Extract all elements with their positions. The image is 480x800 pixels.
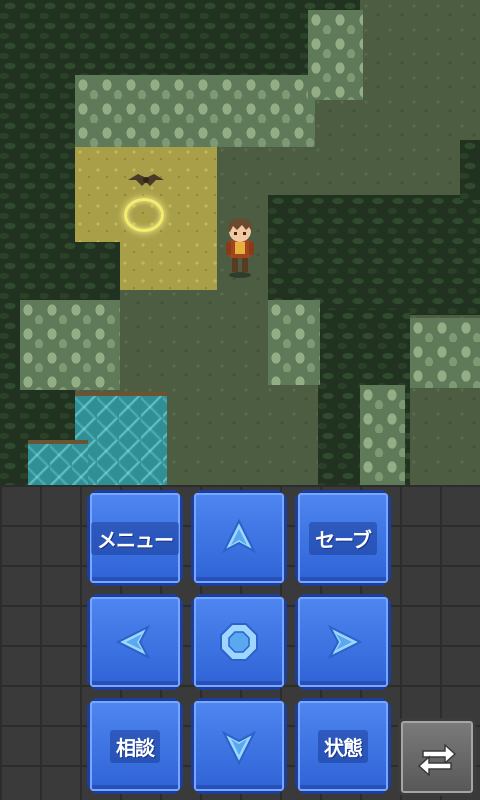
game-map[interactable] [0, 0, 480, 485]
move-up-button[interactable] [191, 490, 287, 586]
menu-button[interactable]: メニュー [87, 490, 183, 586]
bat-enemy-icon[interactable] [126, 172, 166, 190]
move-down-button[interactable] [191, 698, 287, 794]
rock-wall-top-right [308, 10, 363, 100]
octagon-action-icon [220, 623, 258, 661]
water-pool-left [28, 440, 88, 485]
toggle-controls-button[interactable] [398, 718, 476, 796]
rock-wall-right [410, 318, 480, 388]
dark-foliage-right [268, 195, 480, 315]
consult-button-label: 相談 [110, 729, 160, 763]
arrow-up-icon [221, 518, 257, 554]
arrow-down-icon [221, 730, 257, 766]
rock-wall-right-low [360, 385, 405, 485]
rock-wall-top [75, 75, 315, 147]
hero-character-icon[interactable] [222, 218, 258, 278]
menu-button-label: メニュー [91, 521, 179, 555]
warp-circle[interactable] [124, 198, 164, 232]
arrow-right-icon [327, 624, 363, 660]
dark-foliage-right-upper [460, 140, 480, 200]
action-button[interactable] [191, 594, 287, 690]
save-button-label: セーブ [309, 521, 377, 555]
sand-area-lower [120, 240, 217, 290]
move-right-button[interactable] [295, 594, 391, 690]
consult-button[interactable]: 相談 [87, 698, 183, 794]
swap-arrows-icon [417, 743, 457, 777]
status-button-label: 状態 [318, 729, 368, 763]
rock-wall-mid [268, 300, 320, 385]
water-pool [75, 392, 167, 485]
save-button[interactable]: セーブ [295, 490, 391, 586]
arrow-left-icon [115, 624, 151, 660]
move-left-button[interactable] [87, 594, 183, 690]
rock-wall-left-lower [20, 300, 120, 390]
status-button[interactable]: 状態 [295, 698, 391, 794]
